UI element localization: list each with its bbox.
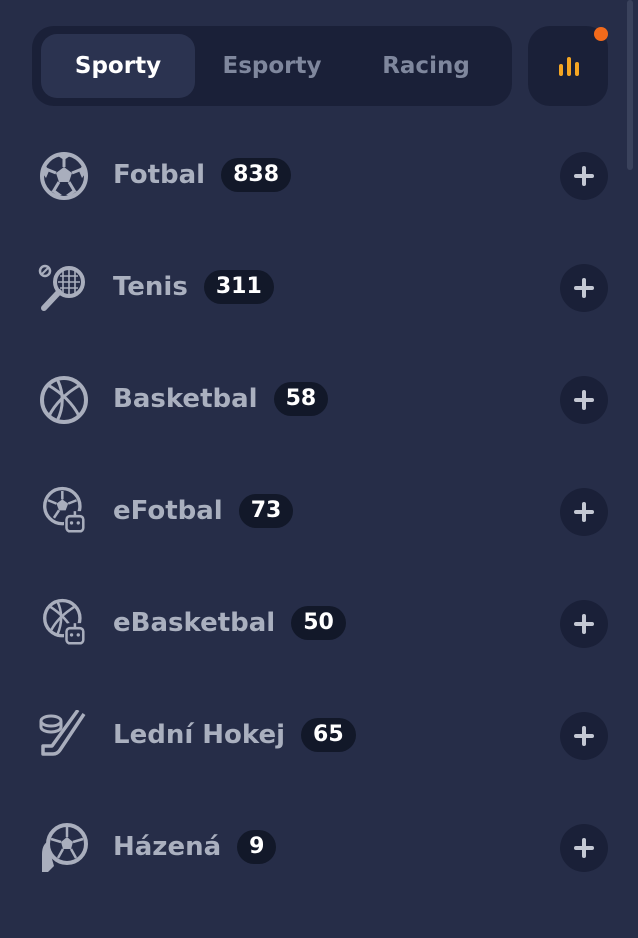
event-count-badge: 65 [301,718,356,752]
event-count-badge: 838 [221,158,292,192]
sport-category-tabs: Sporty Esporty Racing [32,26,512,106]
sport-row-ledni-hokej[interactable]: Lední Hokej 65 [0,682,620,794]
esoccer-robot-icon [43,486,86,533]
tennis-racket-icon [38,264,85,311]
sport-row-fotbal[interactable]: Fotbal 838 [0,122,620,234]
expand-button[interactable] [560,264,608,312]
event-count-badge: 58 [273,382,329,416]
sport-row-ebasketbal[interactable]: eBasketbal 50 [0,570,620,682]
sport-name: eFotbal [113,496,223,526]
event-count-badge: 73 [238,494,294,528]
soccer-ball-icon [40,152,88,200]
expand-button[interactable] [560,376,608,424]
hockey-stick-puck-icon [39,710,86,756]
sport-name: Tenis [113,272,188,302]
sport-row-basketbal[interactable]: Basketbal 58 [0,346,620,458]
expand-button[interactable] [560,600,608,648]
sport-name: Lední Hokej [113,720,286,750]
event-count-badge: 50 [291,606,346,640]
event-count-badge: 311 [203,270,274,304]
tab-esporty[interactable]: Esporty [195,34,349,98]
basketball-icon [40,376,88,424]
handball-icon [42,823,88,872]
stats-button[interactable] [528,26,608,106]
event-count-badge: 9 [237,830,277,864]
sport-name: Fotbal [113,160,206,190]
expand-button[interactable] [560,488,608,536]
sport-row-hazena[interactable]: Házená 9 [0,794,620,906]
sport-name: Basketbal [113,384,258,414]
sport-row-efotbal[interactable]: eFotbal 73 [0,458,620,570]
sport-row-tenis[interactable]: Tenis 311 [0,234,620,346]
expand-button[interactable] [560,152,608,200]
ebasketball-robot-icon [43,598,86,645]
tab-racing[interactable]: Racing [349,34,503,98]
scrollbar[interactable] [627,0,633,170]
expand-button[interactable] [560,824,608,872]
tab-sporty[interactable]: Sporty [41,34,195,98]
sport-name: eBasketbal [113,608,276,638]
sport-name: Házená [113,832,222,862]
notification-dot [594,27,608,41]
bar-chart-icon [559,57,579,76]
expand-button[interactable] [560,712,608,760]
